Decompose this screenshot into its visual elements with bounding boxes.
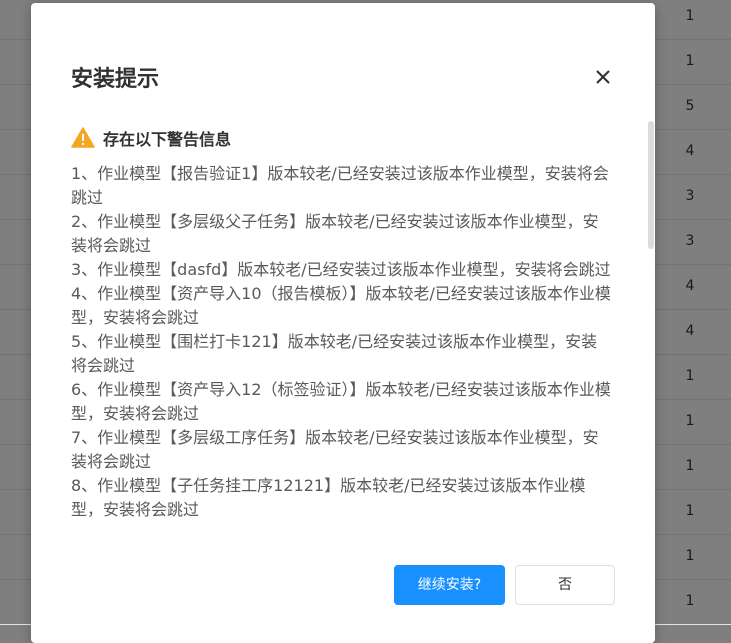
warning-message: 7、作业模型【多层级工序任务】版本较老/已经安装过该版本作业模型，安装将会跳过	[71, 428, 599, 471]
warning-message: 4、作业模型【资产导入10（报告模板）】版本较老/已经安装过该版本作业模型，安装…	[71, 284, 611, 327]
warning-message: 3、作业模型【dasfd】版本较老/已经安装过该版本作业模型，安装将会跳过	[71, 260, 611, 279]
warning-message: 2、作业模型【多层级父子任务】版本较老/已经安装过该版本作业模型，安装将会跳过	[71, 212, 599, 255]
install-dialog: 安装提示 存在以下警告信息 1、作业模型【报告验证1】版本较老/已经安装过该版本…	[31, 3, 655, 643]
close-button[interactable]	[592, 66, 614, 88]
warning-title: 存在以下警告信息	[103, 130, 232, 149]
close-icon	[596, 70, 610, 84]
warning-header: 存在以下警告信息	[71, 124, 231, 152]
warning-message: 5、作业模型【围栏打卡121】版本较老/已经安装过该版本作业模型，安装将会跳过	[71, 332, 598, 375]
dialog-title: 安装提示	[71, 67, 160, 92]
scrollbar-thumb[interactable]	[648, 121, 654, 249]
warning-message: 8、作业模型【子任务挂工序12121】版本较老/已经安装过该版本作业模型，安装将…	[71, 476, 586, 519]
warning-icon	[71, 127, 95, 148]
warning-message: 1、作业模型【报告验证1】版本较老/已经安装过该版本作业模型，安装将会跳过	[71, 164, 609, 207]
warning-message-list: 1、作业模型【报告验证1】版本较老/已经安装过该版本作业模型，安装将会跳过 2、…	[71, 162, 611, 522]
warning-message: 6、作业模型【资产导入12（标签验证）】版本较老/已经安装过该版本作业模型，安装…	[71, 380, 611, 423]
continue-install-button[interactable]: 继续安装?	[394, 565, 505, 605]
no-button[interactable]: 否	[515, 565, 615, 605]
